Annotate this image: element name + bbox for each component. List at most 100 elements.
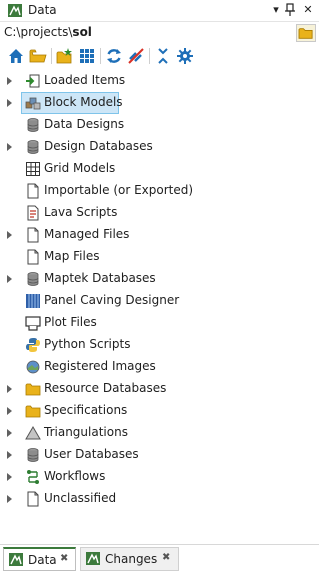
- tree-item-label: Lava Scripts: [44, 205, 118, 219]
- tree-item-label: Unclassified: [44, 491, 117, 505]
- tree-item-python-scripts[interactable]: Python Scripts: [0, 334, 319, 356]
- database-icon: [27, 140, 39, 154]
- current-path: C:\projects\sol: [4, 25, 92, 39]
- tree-item-registered-images[interactable]: Registered Images: [0, 356, 319, 378]
- toolbar-separator: [51, 48, 52, 64]
- tab-data[interactable]: Data ✖: [3, 547, 76, 571]
- toolbar: [0, 44, 319, 68]
- folder-icon: [298, 28, 313, 39]
- new-folder-icon[interactable]: [56, 47, 74, 65]
- close-window-button[interactable]: ✕: [301, 1, 315, 19]
- tree-item-label: Panel Caving Designer: [44, 293, 180, 307]
- tree-item-label: Block Models: [44, 95, 123, 109]
- tree-item-label: Design Databases: [44, 139, 153, 153]
- tree-item-map-files[interactable]: Map Files: [0, 246, 319, 268]
- tree-item-unclassified[interactable]: Unclassified: [0, 488, 319, 510]
- grid-icon: [26, 162, 40, 176]
- loaded-items-icon: [26, 74, 40, 88]
- tree-item-label: Triangulations: [44, 425, 128, 439]
- open-folder-icon[interactable]: [29, 47, 47, 65]
- toolbar-separator: [100, 48, 101, 64]
- tree-item-label: Specifications: [44, 403, 128, 417]
- tree-item-label: Registered Images: [44, 359, 156, 373]
- path-bar: C:\projects\sol: [0, 23, 319, 43]
- tab-label: Data: [28, 553, 57, 567]
- tree-item-maptek-databases[interactable]: Maptek Databases: [0, 268, 319, 290]
- refresh-icon[interactable]: [105, 47, 123, 65]
- home-icon[interactable]: [7, 47, 25, 65]
- window-titlebar: Data ▾ ✕: [0, 0, 319, 22]
- tab-label: Changes: [105, 552, 158, 566]
- tree-item-label: Managed Files: [44, 227, 130, 241]
- python-icon: [26, 338, 40, 352]
- tree-item-label: User Databases: [44, 447, 139, 461]
- file-icon: [27, 227, 39, 243]
- tree-item-label: Resource Databases: [44, 381, 167, 395]
- tree-item-data-designs[interactable]: Data Designs: [0, 114, 319, 136]
- triangle-icon: [25, 426, 41, 440]
- expand-arrow-icon[interactable]: [7, 385, 12, 393]
- maptek-logo-icon: [9, 553, 23, 566]
- tree-item-label: Python Scripts: [44, 337, 131, 351]
- tree-item-workflows[interactable]: Workflows: [0, 466, 319, 488]
- tree-item-managed-files[interactable]: Managed Files: [0, 224, 319, 246]
- tree-item-user-databases[interactable]: User Databases: [0, 444, 319, 466]
- tree-item-label: Data Designs: [44, 117, 125, 131]
- tree-item-triangulations[interactable]: Triangulations: [0, 422, 319, 444]
- tree-item-label: Maptek Databases: [44, 271, 156, 285]
- tree-item-grid-models[interactable]: Grid Models: [0, 158, 319, 180]
- tab-changes[interactable]: Changes ✖: [80, 547, 179, 571]
- expand-arrow-icon[interactable]: [7, 99, 12, 107]
- unlink-icon[interactable]: [127, 47, 145, 65]
- folder-icon: [25, 405, 41, 418]
- tree-item-resource-databases[interactable]: Resource Databases: [0, 378, 319, 400]
- expand-arrow-icon[interactable]: [7, 429, 12, 437]
- window-title: Data: [28, 3, 57, 17]
- tree-item-label: Map Files: [44, 249, 100, 263]
- file-icon: [27, 183, 39, 199]
- maptek-logo-icon: [8, 4, 22, 17]
- folder-icon: [25, 383, 41, 396]
- workflow-icon: [27, 470, 39, 484]
- toolbar-separator: [149, 48, 150, 64]
- current-folder-name: sol: [72, 25, 92, 39]
- expand-arrow-icon[interactable]: [7, 495, 12, 503]
- database-icon: [27, 118, 39, 132]
- dropdown-icon[interactable]: ▾: [269, 1, 283, 19]
- pin-icon[interactable]: [284, 3, 296, 17]
- tree-item-loaded-items[interactable]: Loaded Items: [0, 70, 319, 92]
- maptek-logo-icon: [86, 552, 100, 565]
- tree-item-lava-scripts[interactable]: Lava Scripts: [0, 202, 319, 224]
- expand-arrow-icon[interactable]: [7, 407, 12, 415]
- tab-bar: Data ✖ Changes ✖: [0, 544, 319, 572]
- tree-item-importable[interactable]: Importable (or Exported): [0, 180, 319, 202]
- collapse-all-icon[interactable]: [154, 47, 172, 65]
- expand-arrow-icon[interactable]: [7, 275, 12, 283]
- tree-item-design-databases[interactable]: Design Databases: [0, 136, 319, 158]
- tree-item-label: Grid Models: [44, 161, 116, 175]
- tree-item-block-models[interactable]: Block Models: [0, 92, 319, 114]
- tree-item-specifications[interactable]: Specifications: [0, 400, 319, 422]
- database-icon: [27, 272, 39, 286]
- expand-arrow-icon[interactable]: [7, 77, 12, 85]
- image-icon: [26, 360, 40, 374]
- close-tab-button[interactable]: ✖: [60, 553, 68, 564]
- block-models-icon: [25, 97, 41, 110]
- script-icon: [27, 205, 39, 221]
- expand-arrow-icon[interactable]: [7, 473, 12, 481]
- close-tab-button[interactable]: ✖: [162, 552, 170, 563]
- expand-arrow-icon[interactable]: [7, 143, 12, 151]
- tree-item-plot-files[interactable]: Plot Files: [0, 312, 319, 334]
- settings-icon[interactable]: [176, 47, 194, 65]
- browse-folder-button[interactable]: [296, 24, 316, 42]
- file-icon: [27, 249, 39, 265]
- tree-item-panel-caving-designer[interactable]: Panel Caving Designer: [0, 290, 319, 312]
- plot-icon: [25, 316, 41, 331]
- expand-arrow-icon[interactable]: [7, 451, 12, 459]
- tree-item-label: Loaded Items: [44, 73, 126, 87]
- expand-arrow-icon[interactable]: [7, 231, 12, 239]
- panel-caving-icon: [26, 294, 40, 308]
- tree-item-label: Importable (or Exported): [44, 183, 194, 197]
- grid-icon[interactable]: [78, 47, 96, 65]
- tree-item-label: Plot Files: [44, 315, 97, 329]
